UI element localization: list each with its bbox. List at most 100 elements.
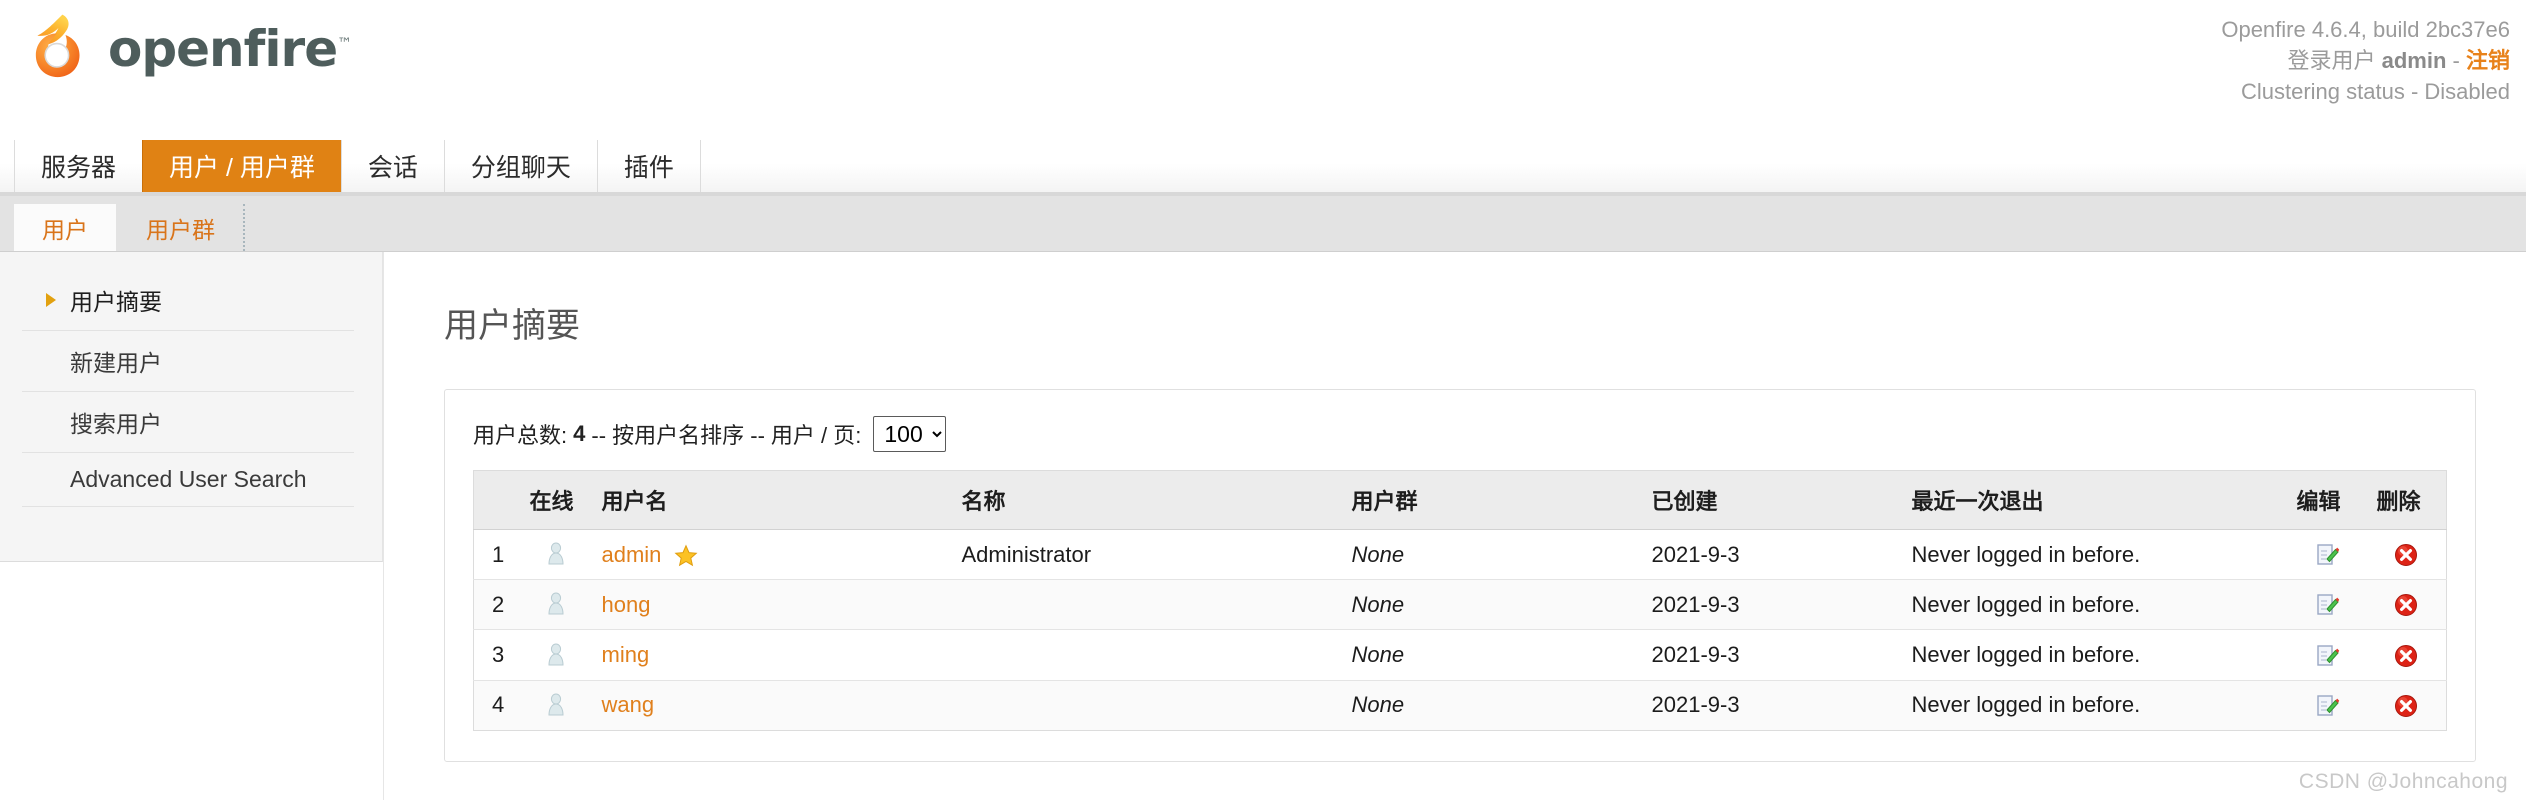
col-header-online[interactable]: 在线 [519, 470, 592, 530]
user-link[interactable]: wang [602, 692, 655, 717]
tab-plugins[interactable]: 插件 [596, 140, 701, 192]
row-last-logout: Never logged in before. [1901, 529, 2287, 581]
login-separator: - [2452, 48, 2460, 74]
users-table: 在线 用户名 名称 用户群 已创建 最近一次退出 编辑 删除 1 admin A… [473, 470, 2447, 731]
logout-link[interactable]: 注销 [2466, 48, 2510, 73]
tab-sessions[interactable]: 会话 [340, 140, 445, 192]
user-link[interactable]: ming [602, 642, 650, 667]
row-group: None [1341, 579, 1642, 631]
subtab-groups[interactable]: 用户群 [118, 204, 245, 251]
delete-red-x-icon[interactable] [2393, 693, 2419, 719]
delete-red-x-icon[interactable] [2393, 592, 2419, 618]
row-delete-cell [2366, 579, 2447, 631]
sidebar-item-search-user-label: 搜索用户 [70, 411, 162, 437]
edit-note-icon[interactable] [2314, 542, 2340, 568]
edit-note-icon[interactable] [2314, 592, 2340, 618]
sub-tab-bar: 用户 用户群 [0, 196, 2526, 252]
table-row: 3 ming None 2021-9-3 Never logged in bef… [473, 629, 2447, 681]
row-delete-cell [2366, 629, 2447, 681]
row-group-value: None [1351, 641, 1405, 667]
user-link[interactable]: admin [602, 542, 662, 567]
login-line: 登录用户 admin - 注销 [2221, 45, 2510, 76]
row-group-value: None [1351, 692, 1405, 718]
row-delete-cell [2366, 680, 2447, 731]
row-display-name [951, 680, 1342, 731]
delete-red-x-icon[interactable] [2393, 542, 2419, 568]
row-online-status [519, 529, 592, 581]
sidebar-item-search-user[interactable]: 搜索用户 [22, 392, 354, 453]
subtab-groups-label: 用户群 [146, 216, 215, 243]
row-display-name: Administrator [951, 529, 1342, 581]
row-display-name [951, 579, 1342, 631]
col-header-index [473, 470, 520, 530]
row-edit-cell [2286, 579, 2367, 631]
total-users-label: 用户总数: [473, 423, 568, 448]
sidebar-item-advanced-user-search[interactable]: Advanced User Search [22, 453, 354, 507]
row-delete-cell [2366, 529, 2447, 581]
col-header-last-logout[interactable]: 最近一次退出 [1901, 470, 2287, 530]
gold-star-icon [674, 544, 698, 566]
col-header-delete: 删除 [2366, 470, 2447, 530]
col-header-created[interactable]: 已创建 [1641, 470, 1902, 530]
per-page-label: 用户 / 页: [770, 423, 862, 448]
total-users-value: 4 [573, 421, 586, 446]
row-group: None [1341, 529, 1642, 581]
row-group: None [1341, 680, 1642, 731]
tab-server[interactable]: 服务器 [14, 140, 144, 192]
row-group-value: None [1351, 541, 1405, 567]
col-header-name[interactable]: 名称 [951, 470, 1342, 530]
per-page-select[interactable]: 100 [873, 416, 947, 452]
row-group-value: None [1351, 591, 1405, 617]
content-area: 用户摘要 用户总数: 4 -- 按用户名排序 -- 用户 / 页: 100 在线… [383, 252, 2526, 800]
users-table-header-row: 在线 用户名 名称 用户群 已创建 最近一次退出 编辑 删除 [473, 470, 2447, 530]
sort-note: -- 按用户名排序 -- [591, 423, 765, 448]
edit-note-icon[interactable] [2314, 643, 2340, 669]
row-username-cell: wang [591, 680, 952, 731]
row-online-status [519, 629, 592, 681]
openfire-flame-logo-icon [35, 14, 80, 78]
user-offline-icon [547, 542, 564, 565]
row-created: 2021-9-3 [1641, 579, 1902, 631]
tab-users-groups[interactable]: 用户 / 用户群 [142, 140, 342, 192]
subtab-users[interactable]: 用户 [14, 204, 116, 251]
users-table-body: 1 admin Administrator None 2021-9-3 Neve… [473, 529, 2447, 731]
user-offline-icon [547, 693, 564, 716]
row-last-logout: Never logged in before. [1901, 680, 2287, 731]
watermark: CSDN @Johncahong [2298, 770, 2508, 793]
row-online-status [519, 680, 592, 731]
row-edit-cell [2286, 529, 2367, 581]
tab-group-chat[interactable]: 分组聊天 [443, 140, 598, 192]
col-header-username[interactable]: 用户名 [591, 470, 952, 530]
brand-logo[interactable]: openfire™ [14, 10, 352, 88]
row-edit-cell [2286, 680, 2367, 731]
row-username-cell: ming [591, 629, 952, 681]
sidebar-item-advanced-user-search-label: Advanced User Search [70, 466, 307, 492]
delete-red-x-icon[interactable] [2393, 643, 2419, 669]
row-group: None [1341, 629, 1642, 681]
table-row: 1 admin Administrator None 2021-9-3 Neve… [473, 529, 2447, 581]
row-last-logout: Never logged in before. [1901, 629, 2287, 681]
brand-name: openfire™ [108, 24, 352, 74]
sidebar-item-create-user-label: 新建用户 [70, 350, 162, 376]
row-index: 4 [473, 680, 520, 731]
col-header-edit: 编辑 [2286, 470, 2367, 530]
login-prefix: 登录用户 [2287, 48, 2376, 74]
tab-users-groups-label: 用户 / 用户群 [169, 154, 315, 182]
summary-line: 用户总数: 4 -- 按用户名排序 -- 用户 / 页: 100 [473, 416, 2447, 452]
page-title: 用户摘要 [444, 307, 580, 345]
user-link[interactable]: hong [602, 592, 651, 617]
tab-sessions-label: 会话 [367, 154, 418, 182]
triangle-right-icon [46, 293, 56, 307]
header-info-block: Openfire 4.6.4, build 2bc37e6 登录用户 admin… [2221, 14, 2510, 108]
edit-note-icon[interactable] [2314, 693, 2340, 719]
user-summary-panel: 用户总数: 4 -- 按用户名排序 -- 用户 / 页: 100 在线 用户名 … [444, 389, 2476, 762]
sidebar-item-user-summary[interactable]: 用户摘要 [22, 270, 354, 331]
login-username: admin [2381, 48, 2447, 74]
table-row: 4 wang None 2021-9-3 Never logged in bef… [473, 680, 2447, 731]
sidebar-item-user-summary-label: 用户摘要 [70, 289, 162, 315]
row-username-cell: admin [591, 529, 952, 581]
page-body: 用户摘要 新建用户 搜索用户 Advanced User Search 用户摘要… [0, 252, 2526, 800]
col-header-group[interactable]: 用户群 [1341, 470, 1642, 530]
row-created: 2021-9-3 [1641, 529, 1902, 581]
sidebar-item-create-user[interactable]: 新建用户 [22, 331, 354, 392]
